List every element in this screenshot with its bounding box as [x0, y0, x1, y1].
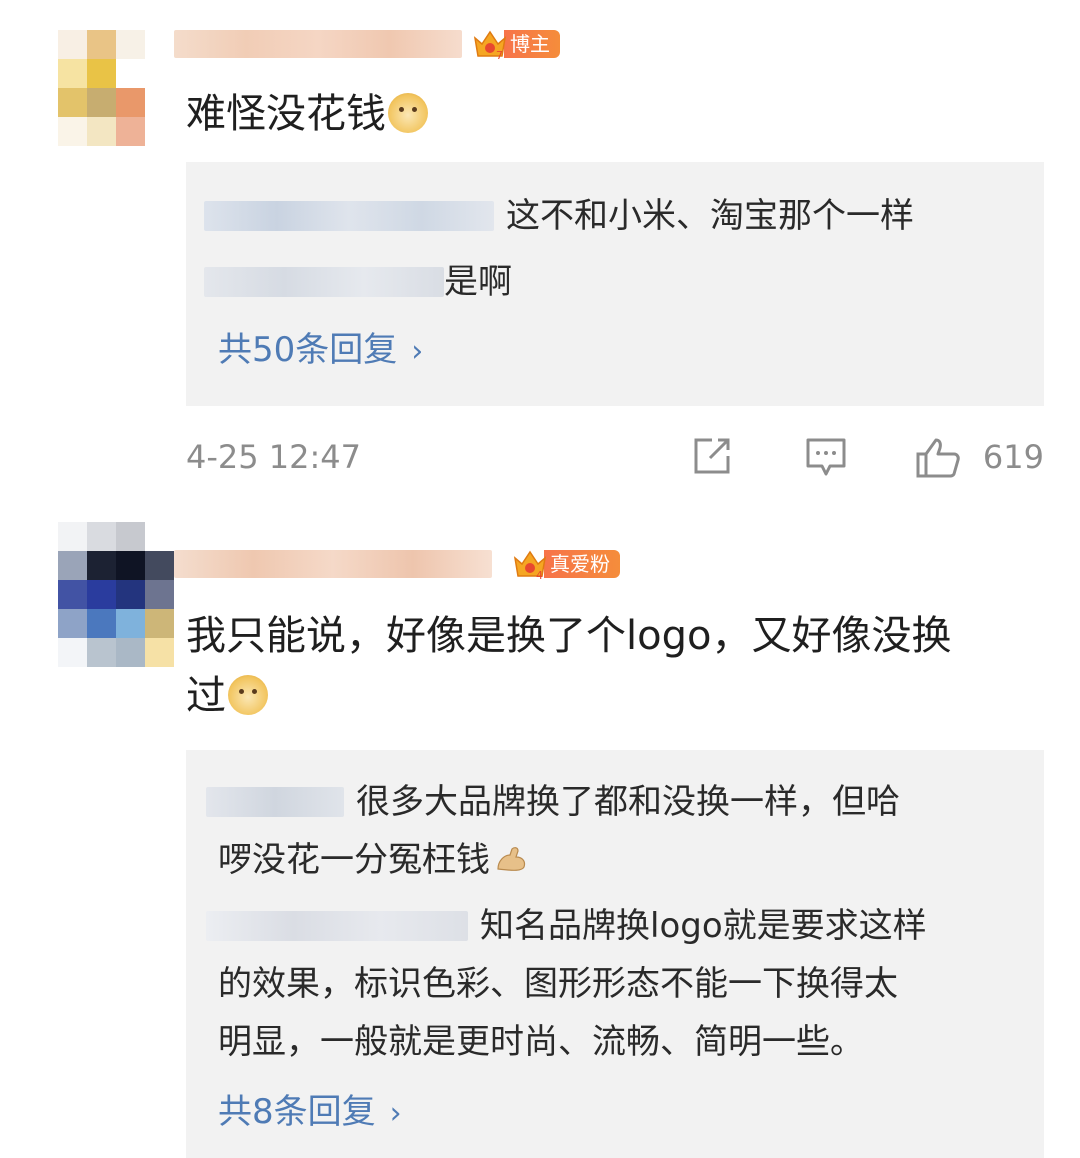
- reply-text: 啰没花一分冤枉钱: [218, 840, 490, 880]
- badge-level: 7: [496, 49, 503, 62]
- more-replies-link[interactable]: 共50条回复 ›: [218, 322, 423, 380]
- more-replies-label: 共50条回复: [218, 330, 398, 370]
- comment-text: 难怪没花钱: [186, 84, 1040, 144]
- reply-item[interactable]: 是啊: [204, 254, 512, 310]
- reply-item[interactable]: 知名品牌换logo就是要求这样: [206, 898, 927, 954]
- reply-text: 知名品牌换logo就是要求这样: [480, 906, 927, 946]
- comment-body: 难怪没花钱: [186, 91, 386, 137]
- reply-text-continued[interactable]: 的效果，标识色彩、图形形态不能一下换得太: [218, 956, 898, 1012]
- reply-box[interactable]: 这不和小米、淘宝那个一样 是啊 共50条回复 ›: [186, 162, 1044, 406]
- doge-emoji: [388, 93, 428, 133]
- crown-icon: 7: [472, 26, 508, 62]
- reply-item[interactable]: 这不和小米、淘宝那个一样: [204, 188, 914, 244]
- reply-text-continued[interactable]: 明显，一般就是更时尚、流畅、简明一些。: [218, 1014, 864, 1070]
- avatar-tail: [58, 638, 174, 667]
- reply-box[interactable]: 很多大品牌换了都和没换一样，但哈 啰没花一分冤枉钱 知名品牌换logo就是要求这…: [186, 750, 1044, 1158]
- reply-username-blurred: [206, 787, 344, 817]
- crown-icon: 4: [512, 546, 548, 582]
- badge-level: 4: [536, 569, 543, 582]
- share-icon[interactable]: [690, 436, 734, 480]
- reply-text: 这不和小米、淘宝那个一样: [506, 196, 914, 236]
- comment-item: 7 博主 难怪没花钱 这不和小米、淘宝那个一样 是啊 共50条回复 › 4-25 …: [0, 0, 1080, 500]
- comment-item: 4 真爱粉 我只能说，好像是换了个logo，又好像没换 过 很多大品牌换了都和没…: [0, 510, 1080, 1158]
- comment-meta: 4-25 12:47 619: [186, 432, 1044, 482]
- comment-text: 我只能说，好像是换了个logo，又好像没换 过: [186, 606, 1060, 726]
- comment-body-line: 过: [186, 673, 226, 719]
- comment-body-line: 我只能说，好像是换了个logo，又好像没换: [186, 613, 952, 659]
- reply-text: 很多大品牌换了都和没换一样，但哈: [356, 782, 900, 822]
- comment-icon[interactable]: [804, 436, 848, 482]
- more-replies-link[interactable]: 共8条回复 ›: [218, 1084, 402, 1142]
- reply-username-blurred: [206, 911, 468, 941]
- like-count: 619: [982, 438, 1044, 476]
- chevron-right-icon: ›: [411, 334, 424, 369]
- username-blurred[interactable]: [174, 30, 462, 58]
- reply-text-continued[interactable]: 啰没花一分冤枉钱: [218, 832, 528, 888]
- reply-text: 是啊: [444, 262, 512, 302]
- reply-text: 的效果，标识色彩、图形形态不能一下换得太: [218, 964, 898, 1004]
- user-badge: 4 真爱粉: [512, 546, 620, 582]
- username-blurred[interactable]: [174, 550, 492, 578]
- user-badge: 7 博主: [472, 26, 560, 62]
- chevron-right-icon: ›: [389, 1096, 402, 1131]
- more-replies-label: 共8条回复: [218, 1092, 376, 1132]
- doge-emoji: [228, 675, 268, 715]
- avatar[interactable]: [58, 30, 174, 146]
- badge-label: 真爱粉: [544, 550, 620, 578]
- reply-item[interactable]: 很多大品牌换了都和没换一样，但哈: [206, 774, 900, 830]
- reply-text: 明显，一般就是更时尚、流畅、简明一些。: [218, 1022, 864, 1062]
- timestamp: 4-25 12:47: [186, 438, 362, 476]
- like-icon[interactable]: [914, 436, 962, 484]
- flex-arm-emoji: [494, 834, 528, 871]
- avatar[interactable]: [58, 522, 174, 638]
- reply-username-blurred: [204, 267, 444, 297]
- reply-username-blurred: [204, 201, 494, 231]
- badge-label: 博主: [504, 30, 560, 58]
